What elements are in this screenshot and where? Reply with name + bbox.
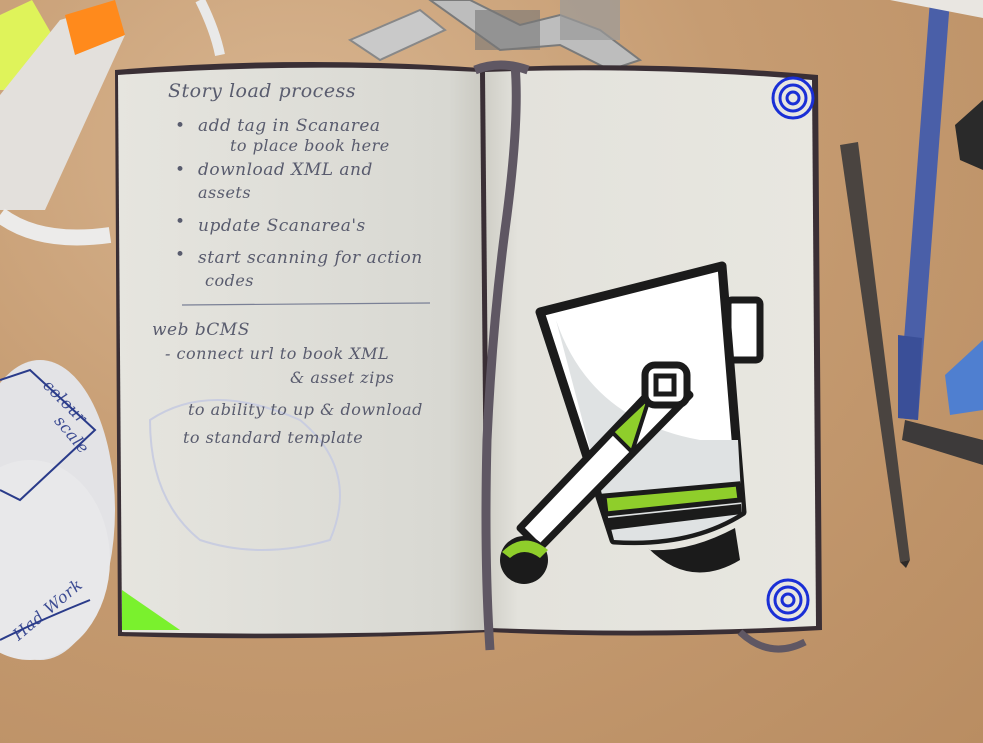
bullet-marker: • [175,245,186,265]
note-line: & asset zips [290,368,395,387]
cable [0,208,112,246]
note-line: download XML and [198,160,373,180]
cable-top [195,0,225,57]
notes-heading: Story load process [168,80,357,102]
note-line: - connect url to book XML [165,344,390,363]
note-line: to standard template [183,428,364,447]
bullet-marker: • [175,160,186,180]
note-line: codes [205,271,255,290]
desk-svg [0,0,983,660]
highlighter [0,0,125,210]
bullet-marker: • [175,212,186,232]
keys [347,0,643,72]
note-line: to place book here [230,136,390,155]
pen-dark [902,420,983,465]
note-line: add tag in Scanarea [198,116,381,136]
section-heading: web bCMS [152,320,250,340]
pen-cap [945,340,983,415]
photo-scene: Story load process • add tag in Scanarea… [0,0,983,743]
bullet-marker: • [175,116,186,136]
note-line: assets [198,183,252,202]
note-line: update Scanarea's [198,216,366,236]
note-line: to ability to up & download [188,400,423,419]
note-line: start scanning for action [198,248,423,268]
